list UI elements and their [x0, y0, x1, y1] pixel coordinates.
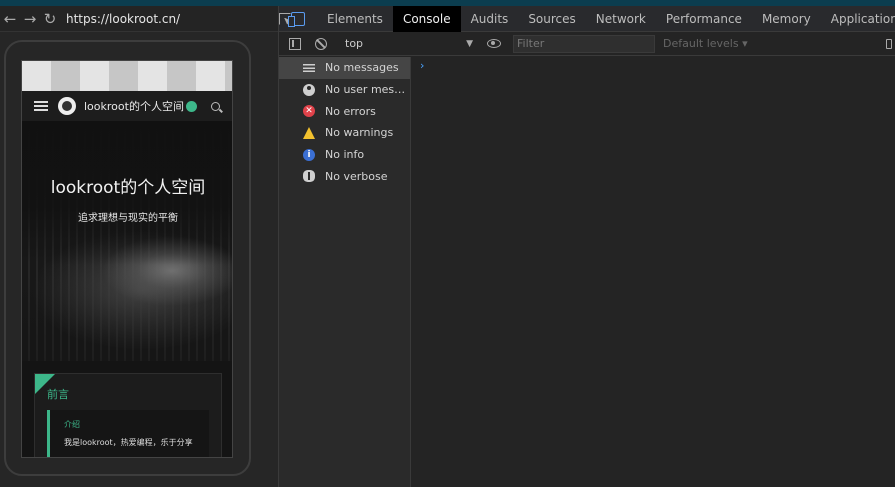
sidebar-item-label: No user messages	[325, 83, 410, 97]
card-title: 前言	[47, 388, 69, 401]
device-toolbar-icon[interactable]	[288, 6, 305, 32]
card-text: 我是lookroot，热爱编程，乐于分享	[64, 438, 193, 447]
tab-sources[interactable]: Sources	[518, 6, 585, 32]
sidebar-item-info[interactable]: i No info	[279, 144, 410, 166]
address-bar: ← → ↻ https://lookroot.cn/	[0, 6, 278, 32]
sidebar-item-label: No messages	[325, 61, 399, 75]
filter-input[interactable]	[513, 34, 655, 53]
error-icon: ✕	[303, 105, 315, 118]
tab-elements[interactable]: Elements	[317, 6, 393, 32]
sidebar-item-verbose[interactable]: No verbose	[279, 165, 410, 187]
show-sidebar-icon[interactable]	[289, 37, 301, 50]
search-icon[interactable]	[211, 101, 220, 111]
tab-console[interactable]: Console	[392, 5, 461, 32]
sidebar-item-errors[interactable]: ✕ No errors	[279, 100, 410, 122]
tab-network[interactable]: Network	[586, 6, 656, 32]
console-output[interactable]: ›	[412, 57, 895, 487]
bug-icon	[303, 170, 315, 183]
site-navbar: lookroot的个人空间	[22, 91, 232, 121]
card-label: 介绍	[64, 420, 80, 429]
forward-arrow-icon[interactable]: →	[20, 7, 40, 31]
avatar[interactable]	[58, 97, 76, 115]
settings-edge-icon[interactable]	[886, 38, 892, 49]
palette-icon[interactable]	[185, 100, 197, 112]
hamburger-menu-icon[interactable]	[34, 101, 48, 111]
url-text[interactable]: https://lookroot.cn/	[66, 12, 180, 26]
device-screen: lookroot的个人空间 lookroot的个人空间 追求理想与现实的平衡 前…	[21, 60, 233, 458]
user-icon	[303, 83, 315, 96]
hero-title: lookroot的个人空间	[50, 178, 206, 198]
list-icon	[303, 62, 315, 74]
device-frame: lookroot的个人空间 lookroot的个人空间 追求理想与现实的平衡 前…	[4, 40, 251, 476]
intro-card: 前言 介绍 我是lookroot，热爱编程，乐于分享	[34, 373, 222, 457]
devtools-panel: Elements Console Audits Sources Network …	[278, 5, 895, 487]
hero-banner: lookroot的个人空间 追求理想与现实的平衡	[22, 121, 232, 361]
sidebar-item-label: No info	[325, 148, 365, 162]
page-viewport-pane: ← → ↻ https://lookroot.cn/ lookroot的个人空间…	[0, 6, 278, 487]
sidebar-item-label: No errors	[325, 104, 376, 118]
context-selector[interactable]: top ▼	[345, 37, 473, 50]
console-prompt-icon: ›	[420, 59, 425, 72]
card-quote: 介绍 我是lookroot，热爱编程，乐于分享	[47, 410, 209, 457]
console-sidebar: No messages No user messages ✕ No errors…	[279, 57, 411, 487]
devtools-tab-bar: Elements Console Audits Sources Network …	[279, 5, 895, 32]
sidebar-item-warnings[interactable]: No warnings	[279, 122, 410, 144]
context-value: top	[345, 37, 364, 50]
tab-application[interactable]: Application	[821, 6, 895, 32]
tab-performance[interactable]: Performance	[656, 6, 752, 32]
hero-overlay	[22, 121, 232, 361]
log-levels-dropdown[interactable]: Default levels ▾	[663, 37, 748, 50]
warning-icon	[303, 126, 315, 139]
clear-console-icon[interactable]	[315, 37, 327, 50]
hero-subtitle: 追求理想与现实的平衡	[78, 213, 178, 224]
live-expression-eye-icon[interactable]	[487, 39, 501, 48]
console-toolbar: top ▼ Default levels ▾	[279, 32, 895, 56]
reload-icon[interactable]: ↻	[40, 7, 60, 31]
dropdown-triangle-icon: ▼	[466, 38, 473, 49]
sidebar-item-user-messages[interactable]: No user messages	[279, 79, 410, 101]
sidebar-item-messages[interactable]: No messages	[279, 57, 410, 79]
info-icon: i	[303, 148, 315, 161]
banner-strip	[22, 61, 232, 91]
back-arrow-icon[interactable]: ←	[0, 7, 20, 31]
site-title[interactable]: lookroot的个人空间	[84, 98, 184, 114]
tab-memory[interactable]: Memory	[752, 6, 821, 32]
sidebar-item-label: No warnings	[325, 126, 394, 140]
tab-audits[interactable]: Audits	[461, 6, 519, 32]
sidebar-item-label: No verbose	[325, 169, 388, 183]
